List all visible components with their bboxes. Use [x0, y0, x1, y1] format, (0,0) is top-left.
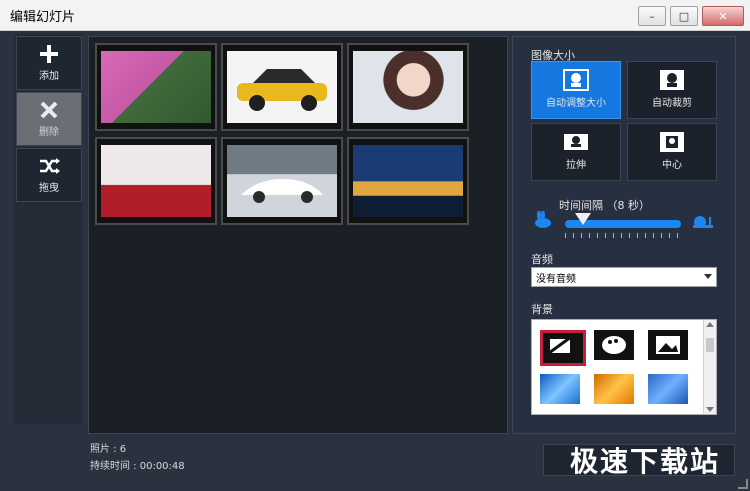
blue-gradient-background[interactable]	[540, 374, 580, 404]
photo-portrait-woman	[353, 51, 463, 123]
photo-count: 照片 : 6	[90, 444, 127, 455]
drag-label: 拖曳	[39, 183, 59, 194]
delete-button[interactable]: 删除	[16, 92, 82, 146]
resize-grip[interactable]	[738, 479, 748, 489]
scroll-up-icon[interactable]	[706, 322, 714, 327]
center-icon	[660, 132, 684, 152]
plus-icon	[40, 45, 58, 63]
crop-icon	[660, 70, 684, 90]
window-title: 编辑幻灯片	[10, 10, 76, 25]
photo-white-sportscar	[227, 145, 337, 217]
photo-thumbnail[interactable]	[95, 43, 217, 131]
maximize-button[interactable]: □	[670, 6, 698, 26]
delete-label: 删除	[39, 127, 59, 138]
center-label: 中心	[662, 160, 682, 171]
color-background-option[interactable]	[594, 330, 634, 360]
palette-icon	[602, 336, 626, 354]
photo-yellow-suv	[227, 51, 337, 123]
add-button[interactable]: 添加	[16, 36, 82, 90]
fit-icon	[563, 69, 589, 91]
minimize-button[interactable]: –	[638, 6, 666, 26]
no-image-icon	[548, 335, 572, 355]
photo-thumbnail[interactable]	[221, 137, 343, 225]
auto-crop-label: 自动裁剪	[652, 98, 692, 109]
background-title: 背景	[531, 303, 553, 316]
photo-thumbnail[interactable]	[347, 137, 469, 225]
no-background-option[interactable]	[540, 330, 586, 366]
window-controls: – □ ✕	[638, 6, 744, 26]
auto-fit-button[interactable]: 自动调整大小	[531, 61, 621, 119]
photo-grid	[88, 36, 508, 434]
minimize-icon: –	[649, 9, 655, 23]
rabbit-icon	[535, 211, 551, 228]
photo-thumbnail[interactable]	[347, 43, 469, 131]
stretch-button[interactable]: 拉伸	[531, 123, 621, 181]
shuffle-icon	[40, 158, 60, 174]
background-list	[531, 319, 717, 415]
slider-ticks	[565, 233, 678, 238]
audio-title: 音频	[531, 253, 553, 266]
photo-thumbnail[interactable]	[221, 43, 343, 131]
dropdown-arrow-icon	[704, 274, 712, 279]
left-toolbar: 添加 删除 拖曳	[14, 34, 82, 424]
image-icon	[656, 336, 680, 354]
photo-thumbnail[interactable]	[95, 137, 217, 225]
stretch-icon	[564, 134, 588, 150]
scroll-thumb[interactable]	[706, 338, 714, 352]
background-scrollbar[interactable]	[703, 320, 716, 414]
blue-wave-background[interactable]	[648, 374, 688, 404]
drag-button[interactable]: 拖曳	[16, 148, 82, 202]
maximize-icon: □	[678, 9, 690, 23]
scroll-down-icon[interactable]	[706, 407, 714, 412]
orange-gradient-background[interactable]	[594, 374, 634, 404]
image-background-option[interactable]	[648, 330, 688, 360]
title-bar: 编辑幻灯片 – □ ✕	[0, 0, 750, 31]
photo-night-city	[353, 145, 463, 217]
delete-x-icon	[40, 101, 58, 119]
duration: 持续时间 : 00:00:48	[90, 461, 185, 472]
close-button[interactable]: ✕	[702, 6, 744, 26]
interval-slider-thumb[interactable]	[575, 213, 591, 225]
photo-woman-red-dress	[101, 145, 211, 217]
close-icon: ✕	[718, 9, 728, 23]
auto-fit-label: 自动调整大小	[546, 98, 606, 109]
interval-label: 时间间隔 （8 秒）	[559, 199, 650, 212]
snail-icon	[693, 216, 713, 228]
stretch-label: 拉伸	[566, 160, 586, 171]
watermark: 极速下载站	[570, 445, 721, 478]
settings-panel: 图像大小 自动调整大小 自动裁剪 拉伸 中心 时间间隔 （8 秒） 音频 没有音…	[512, 36, 736, 434]
photo-aerial-road-forest	[101, 51, 211, 123]
audio-select[interactable]: 没有音频	[531, 267, 717, 287]
audio-select-value: 没有音频	[536, 274, 576, 285]
center-button[interactable]: 中心	[627, 123, 717, 181]
edit-slideshow-window: 编辑幻灯片 – □ ✕ 添加 删除 拖曳 照片: 6 持续时间: 00:00…	[0, 0, 750, 491]
add-label: 添加	[39, 71, 59, 82]
auto-crop-button[interactable]: 自动裁剪	[627, 61, 717, 119]
